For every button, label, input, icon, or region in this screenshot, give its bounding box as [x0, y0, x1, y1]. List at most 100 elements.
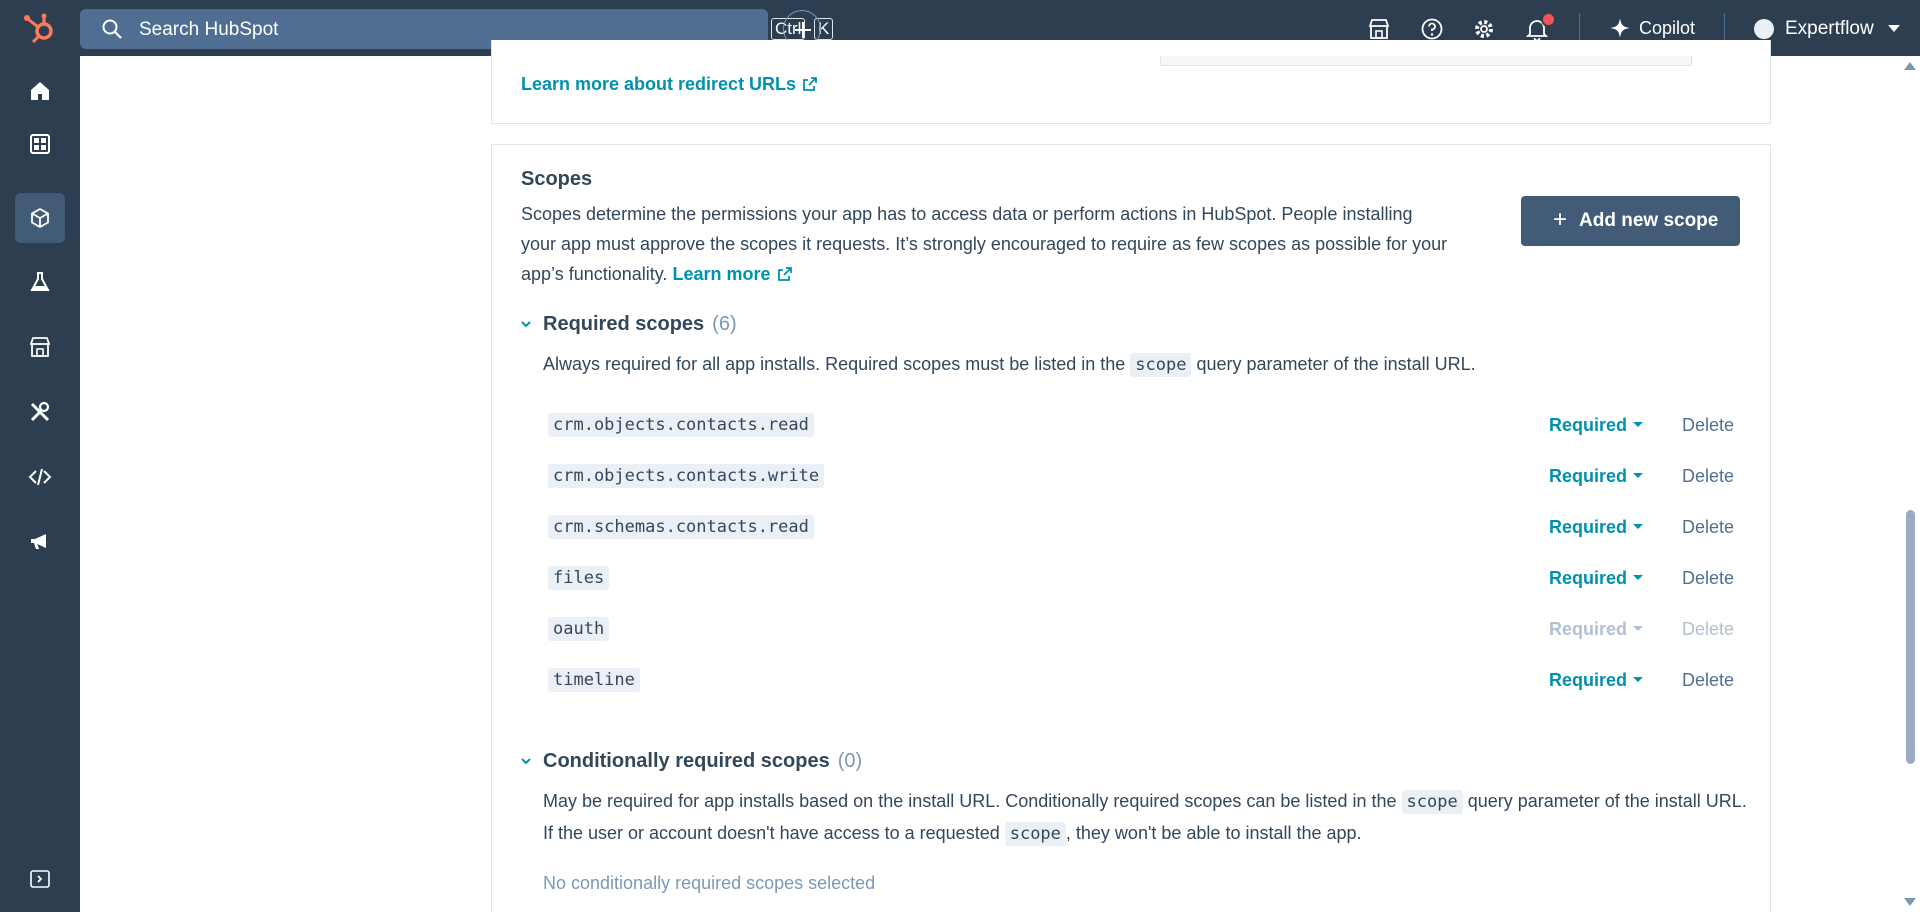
external-link-icon — [803, 77, 817, 91]
scope-param-code: scope — [1004, 822, 1066, 846]
scope-row: files Required Delete — [543, 563, 1734, 597]
scope-level-label: Required — [1549, 517, 1628, 537]
scope-row: crm.schemas.contacts.read Required Delet… — [543, 512, 1734, 546]
scope-row: oauth Required Delete — [543, 614, 1734, 648]
notification-badge — [1541, 12, 1556, 27]
nav-expand-toggle[interactable] — [15, 854, 65, 904]
external-link-icon — [777, 267, 792, 281]
delete-scope-button[interactable]: Delete — [1682, 415, 1734, 436]
dashboard-icon — [30, 134, 50, 154]
scopes-learn-more-link[interactable]: Learn more — [672, 264, 792, 284]
required-desc-text-end: query parameter of the install URL. — [1191, 354, 1476, 374]
scroll-down-arrow-icon[interactable] — [1904, 898, 1916, 906]
flask-icon — [30, 272, 50, 291]
nav-announcements[interactable] — [15, 516, 65, 566]
required-scopes-title: Required scopes — [543, 313, 705, 335]
home-icon — [31, 82, 49, 100]
add-new-scope-label: Add new scope — [1579, 210, 1719, 231]
hubspot-logo-icon[interactable] — [22, 12, 60, 44]
scope-row: crm.objects.contacts.read Required Delet… — [543, 410, 1734, 444]
required-desc-text: Always required for all app installs. Re… — [543, 354, 1131, 374]
scope-level-label: Required — [1549, 670, 1628, 690]
chevron-down-icon[interactable] — [520, 318, 532, 330]
delete-scope-button[interactable]: Delete — [1682, 466, 1734, 487]
account-name: Expertflow — [1785, 18, 1874, 39]
left-sidebar — [0, 56, 80, 912]
expand-sidebar-icon — [30, 870, 50, 888]
scope-name: crm.objects.contacts.read — [548, 413, 814, 437]
scope-level-dropdown[interactable]: Required — [1549, 415, 1644, 436]
scope-row: crm.objects.contacts.write Required Dele… — [543, 461, 1734, 495]
redirect-urls-card: Learn more about redirect URLs — [491, 40, 1771, 124]
required-scopes-count: (6) — [712, 313, 737, 335]
scope-level-dropdown[interactable]: Required — [1549, 568, 1644, 589]
nav-marketplace[interactable] — [15, 322, 65, 372]
nav-code[interactable] — [15, 452, 65, 502]
search-icon — [102, 19, 122, 39]
required-scopes-toggle[interactable]: Required scopes (6) — [543, 313, 737, 336]
conditional-desc-text: May be required for app installs based o… — [543, 791, 1402, 811]
conditional-scopes-title: Conditionally required scopes — [543, 750, 830, 772]
conditional-scopes-empty-state: No conditionally required scopes selecte… — [543, 873, 876, 893]
chevron-down-icon — [1888, 25, 1900, 32]
required-scopes-description: Always required for all app installs. Re… — [543, 349, 1743, 381]
scope-param-code: scope — [1401, 790, 1463, 814]
delete-scope-button[interactable]: Delete — [1682, 568, 1734, 589]
copilot-label: Copilot — [1639, 18, 1696, 38]
scopes-description: Scopes determine the permissions your ap… — [521, 199, 1451, 289]
scope-name: oauth — [548, 617, 610, 641]
scope-row: timeline Required Delete — [543, 665, 1734, 699]
scope-name: timeline — [548, 668, 640, 692]
tools-icon — [30, 401, 50, 422]
scroll-up-arrow-icon[interactable] — [1904, 62, 1916, 70]
sparkle-icon — [1610, 18, 1630, 38]
scopes-learn-more-label: Learn more — [672, 264, 771, 284]
scope-param-code: scope — [1130, 353, 1192, 377]
scope-level-label: Required — [1549, 466, 1628, 486]
scope-name: crm.objects.contacts.write — [548, 464, 825, 488]
caret-down-icon — [1633, 473, 1644, 478]
nav-dashboards[interactable] — [15, 119, 65, 169]
code-icon — [28, 468, 52, 486]
scope-level-label: Required — [1549, 568, 1628, 588]
caret-down-icon — [1633, 677, 1644, 682]
scope-level-dropdown[interactable]: Required — [1549, 517, 1644, 538]
nav-apps[interactable] — [15, 193, 65, 243]
scopes-heading: Scopes — [521, 168, 593, 190]
store-icon — [29, 337, 51, 357]
delete-scope-button[interactable]: Delete — [1682, 517, 1734, 538]
redirect-learn-more-label: Learn more about redirect URLs — [521, 74, 797, 94]
settings-gear-icon[interactable] — [1471, 16, 1497, 42]
search-placeholder: Search HubSpot — [139, 19, 279, 40]
scope-level-dropdown[interactable]: Required — [1549, 670, 1644, 691]
page-scrollbar[interactable] — [1900, 56, 1920, 912]
nav-home[interactable] — [15, 66, 65, 116]
add-new-scope-button[interactable]: + Add new scope — [1521, 196, 1740, 246]
scope-name: crm.schemas.contacts.read — [548, 515, 814, 539]
caret-down-icon — [1633, 575, 1644, 580]
redirect-url-table-edge — [1160, 56, 1692, 66]
scopes-description-text: Scopes determine the permissions your ap… — [521, 204, 1448, 284]
cube-icon — [31, 207, 49, 229]
scope-level-dropdown: Required — [1549, 619, 1644, 640]
scope-level-label: Required — [1549, 619, 1628, 639]
help-icon[interactable] — [1419, 16, 1445, 42]
scope-level-dropdown[interactable]: Required — [1549, 466, 1644, 487]
caret-down-icon — [1633, 524, 1644, 529]
scope-level-label: Required — [1549, 415, 1628, 435]
chevron-down-icon[interactable] — [520, 755, 532, 767]
megaphone-icon — [31, 534, 46, 549]
scope-name: files — [548, 566, 610, 590]
delete-scope-button: Delete — [1682, 619, 1735, 639]
nav-development-tools[interactable] — [15, 387, 65, 437]
conditional-desc-text: , they won't be able to install the app. — [1065, 823, 1362, 843]
marketplace-icon[interactable] — [1366, 16, 1392, 42]
conditional-scopes-count: (0) — [837, 750, 863, 772]
avatar — [1754, 19, 1774, 39]
scroll-thumb[interactable] — [1906, 510, 1915, 764]
redirect-learn-more-link[interactable]: Learn more about redirect URLs — [521, 74, 818, 95]
conditional-scopes-toggle[interactable]: Conditionally required scopes (0) — [543, 750, 862, 773]
nav-test-accounts[interactable] — [15, 257, 65, 307]
caret-down-icon — [1633, 626, 1644, 631]
delete-scope-button[interactable]: Delete — [1682, 670, 1734, 691]
